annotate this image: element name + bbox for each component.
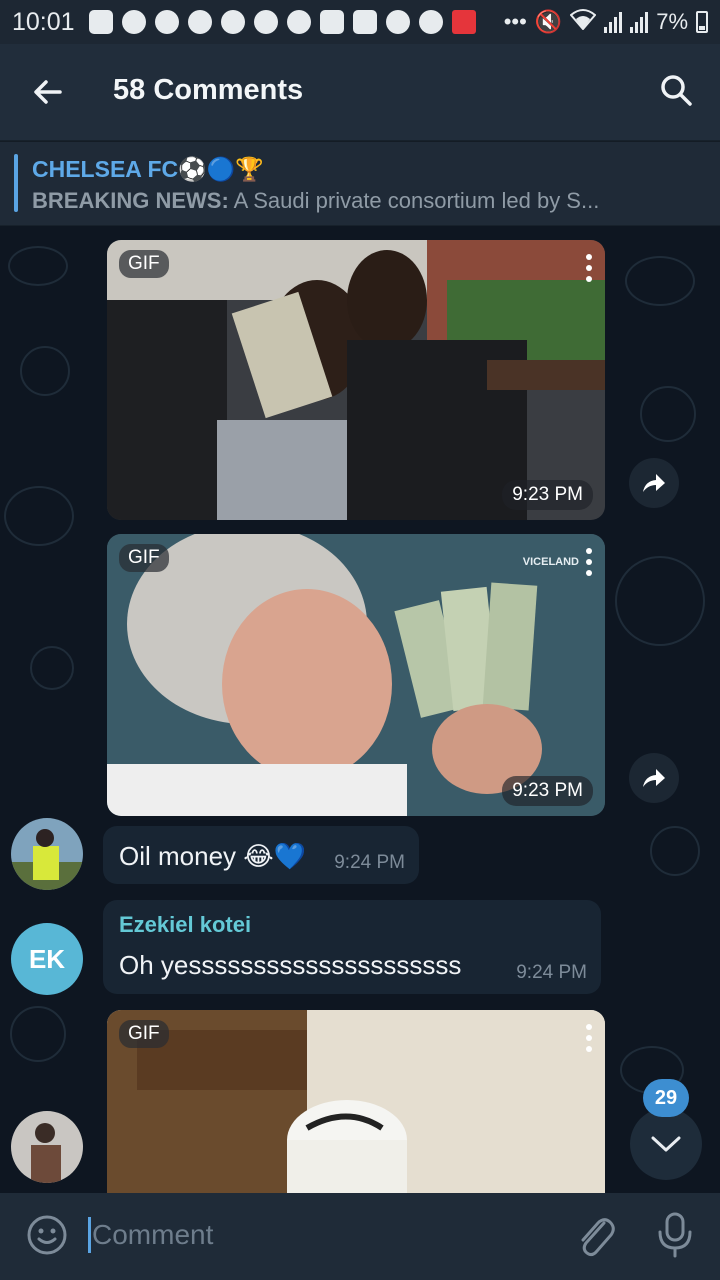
gif-image-money-lady — [107, 534, 605, 816]
header-bar: 58 Comments — [0, 44, 720, 140]
pinned-accent-bar — [14, 154, 18, 212]
doodle-pattern — [650, 826, 700, 876]
avatar-image — [11, 818, 83, 890]
attach-button[interactable] — [574, 1211, 616, 1259]
avatar[interactable] — [11, 818, 83, 890]
more-vertical-icon[interactable] — [585, 254, 593, 284]
pinned-title: CHELSEA FC⚽🔵🏆 — [32, 156, 265, 182]
share-arrow-icon — [643, 474, 665, 492]
page-title: 58 Comments — [113, 74, 304, 106]
doodle-pattern — [10, 1006, 66, 1062]
search-button[interactable] — [658, 72, 694, 108]
comment-input[interactable] — [92, 1213, 532, 1257]
status-bar: 10:01 ••• 🔇 7% — [0, 0, 720, 44]
doodle-pattern — [20, 346, 70, 396]
paperclip-icon — [581, 1218, 615, 1257]
emoji-button[interactable] — [26, 1214, 68, 1256]
share-button[interactable] — [629, 458, 679, 508]
pinned-preview: BREAKING NEWS: A Saudi private consortiu… — [32, 188, 599, 214]
status-time: 10:01 — [12, 7, 75, 36]
gif-badge: GIF — [119, 250, 169, 278]
watermark-text: VICELAND — [522, 556, 579, 568]
twitter-icon — [385, 10, 410, 34]
more-vertical-icon[interactable] — [585, 548, 593, 578]
battery-icon — [696, 11, 708, 33]
text-caret — [88, 1217, 91, 1253]
sender-name[interactable]: Ezekiel kotei — [119, 912, 251, 938]
arrow-left-icon — [34, 80, 62, 104]
message-bubble[interactable]: Ezekiel kotei Oh yesssssssssssssssssssss… — [103, 900, 601, 994]
premier-league-icon — [286, 10, 311, 34]
doodle-pattern — [4, 486, 74, 546]
signal-icon — [604, 11, 623, 33]
kilimall-icon — [451, 10, 476, 34]
manutd-icon — [187, 10, 212, 34]
search-icon — [661, 75, 692, 106]
avatar[interactable] — [11, 1111, 83, 1183]
gif-badge: GIF — [119, 1020, 169, 1048]
youtube-icon — [352, 10, 377, 34]
signal-icon — [630, 11, 649, 33]
message-text: Oh yesssssssssssssssssssss — [119, 950, 462, 980]
notification-icons — [88, 10, 476, 34]
wifi-icon — [569, 8, 597, 36]
youtube-icon — [319, 10, 344, 34]
message-text: Oil money 😂💙 — [119, 841, 307, 871]
gif-message[interactable]: GIF — [107, 1010, 605, 1193]
facebook-icon — [121, 10, 146, 34]
gif-image-sheikh — [107, 1010, 605, 1193]
smiley-icon — [27, 1215, 67, 1255]
pinned-prefix: BREAKING NEWS: — [32, 188, 229, 213]
manutd-icon — [253, 10, 278, 34]
doodle-pattern — [615, 556, 705, 646]
pinned-message[interactable]: CHELSEA FC⚽🔵🏆 BREAKING NEWS: A Saudi pri… — [0, 141, 720, 225]
system-status: ••• 🔇 7% — [504, 8, 708, 36]
doodle-pattern — [625, 256, 695, 306]
gif-badge: GIF — [119, 544, 169, 572]
share-arrow-icon — [643, 769, 665, 787]
avatar-image — [11, 1111, 83, 1183]
back-button[interactable] — [30, 74, 66, 110]
microphone-icon — [658, 1212, 692, 1258]
gif-message[interactable]: GIF VICELAND 9:23 PM — [107, 534, 605, 816]
twitter-icon — [220, 10, 245, 34]
comment-input-bar — [0, 1193, 720, 1280]
doodle-pattern — [30, 646, 74, 690]
message-time: 9:23 PM — [502, 776, 593, 806]
pinterest-icon — [154, 10, 179, 34]
gif-message[interactable]: GIF 9:23 PM — [107, 240, 605, 520]
more-dots-icon: ••• — [503, 9, 527, 34]
message-bubble[interactable]: Oil money 😂💙 9:24 PM — [103, 826, 419, 884]
pinned-text: A Saudi private consortium led by S... — [228, 188, 600, 213]
chevron-down-icon — [651, 1136, 681, 1152]
more-vertical-icon[interactable] — [585, 1024, 593, 1054]
scroll-down-button[interactable] — [630, 1108, 702, 1180]
message-time: 9:23 PM — [502, 480, 593, 510]
battery-percent: 7% — [656, 9, 688, 34]
share-button[interactable] — [629, 753, 679, 803]
message-time: 9:24 PM — [516, 962, 587, 983]
doodle-pattern — [8, 246, 68, 286]
mute-icon: 🔇 — [534, 9, 563, 34]
gif-image-money-car — [107, 240, 605, 520]
message-time: 9:24 PM — [334, 852, 405, 873]
avatar-initials[interactable]: EK — [11, 923, 83, 995]
mic-button[interactable] — [655, 1210, 695, 1260]
thumb-icon — [418, 10, 443, 34]
unread-count-badge: 29 — [643, 1079, 689, 1117]
chat-area[interactable]: GIF 9:23 PM GIF VICELAND 9:23 PM Oil mon… — [0, 226, 720, 1193]
doodle-pattern — [640, 386, 696, 442]
netflix-icon — [88, 10, 113, 34]
